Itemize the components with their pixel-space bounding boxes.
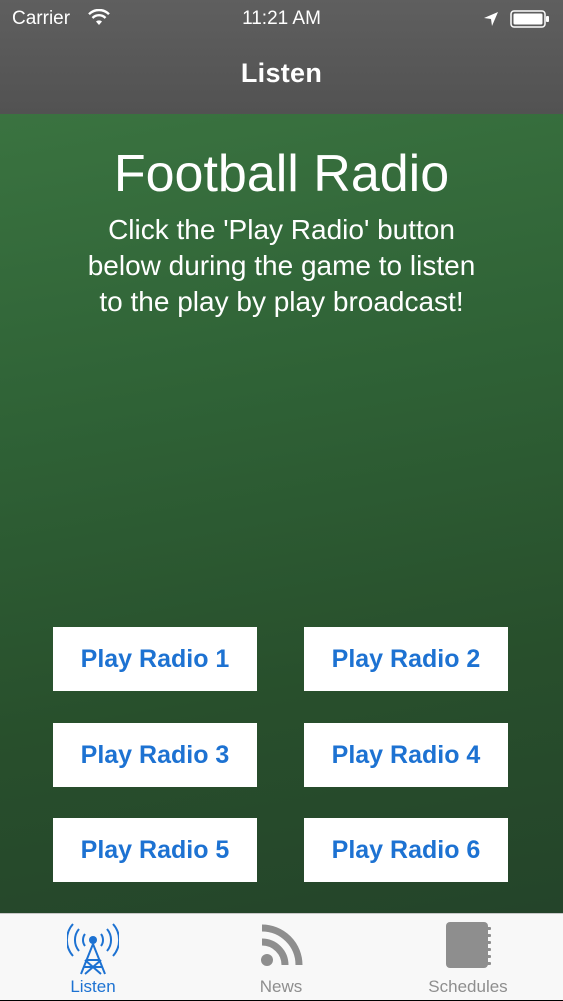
tab-bar: Listen News Schedules (0, 913, 563, 1000)
tab-listen[interactable]: Listen (23, 914, 163, 1001)
page-heading: Football Radio (113, 145, 450, 203)
status-bar: Carrier 11:21 AM (0, 0, 563, 38)
play-radio-3-button[interactable]: Play Radio 3 (53, 723, 257, 787)
listen-screen: Football Radio Click the 'Play Radio' bu… (0, 114, 563, 913)
play-radio-1-button[interactable]: Play Radio 1 (53, 627, 257, 691)
play-radio-5-button[interactable]: Play Radio 5 (53, 818, 257, 882)
tab-schedules-label: Schedules (428, 977, 508, 996)
rss-feed-icon (261, 924, 303, 966)
clock: 11:21 AM (242, 8, 321, 29)
tab-listen-label: Listen (70, 977, 116, 996)
tab-news-label: News (259, 977, 303, 996)
notebook-icon (446, 922, 491, 968)
tab-news[interactable]: News (211, 914, 351, 1001)
play-radio-2-button[interactable]: Play Radio 2 (304, 627, 508, 691)
nav-title: Listen (240, 58, 323, 88)
instructions-text: Click the 'Play Radio' button below duri… (87, 214, 476, 317)
location-arrow-icon (484, 12, 498, 26)
top-bar: Carrier 11:21 AM Listen (0, 0, 563, 114)
battery-icon (510, 10, 549, 28)
play-radio-4-button[interactable]: Play Radio 4 (304, 723, 508, 787)
radio-tower-icon (67, 923, 119, 975)
tab-schedules[interactable]: Schedules (398, 914, 538, 1001)
play-radio-6-button[interactable]: Play Radio 6 (304, 818, 508, 882)
